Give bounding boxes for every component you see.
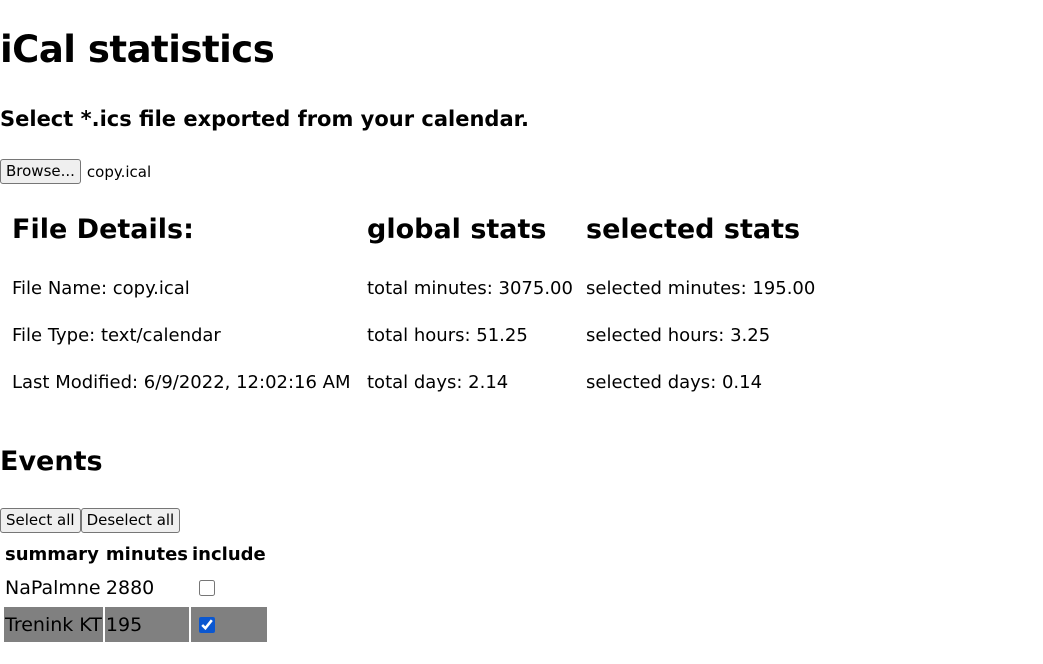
table-header-row: summary minutes include bbox=[4, 540, 267, 568]
table-row: Trenink KT 195 bbox=[4, 607, 267, 642]
selected-hours-line: selected hours: 3.25 bbox=[586, 325, 771, 346]
event-summary: NaPalmne bbox=[5, 576, 101, 599]
total-minutes-line: total minutes: 3075.00 bbox=[367, 278, 573, 299]
event-include-cell bbox=[191, 570, 267, 605]
event-summary: Trenink KT bbox=[4, 607, 103, 642]
include-checkbox[interactable] bbox=[199, 580, 215, 596]
deselect-all-button[interactable]: Deselect all bbox=[80, 508, 181, 533]
selected-stats-column: selected stats selected minutes: 195.00 … bbox=[586, 210, 815, 393]
last-modified-line: Last Modified: 6/9/2022, 12:02:16 AM bbox=[12, 372, 351, 393]
selected-stats-heading: selected stats bbox=[586, 214, 801, 245]
file-details-heading: File Details: bbox=[12, 214, 194, 245]
total-hours-line: total hours: 51.25 bbox=[367, 325, 528, 346]
table-row: NaPalmne 2880 bbox=[4, 570, 267, 605]
page: iCal statistics Select *.ics file export… bbox=[0, 0, 1043, 664]
page-subtitle: Select *.ics file exported from your cal… bbox=[0, 107, 529, 131]
select-all-button[interactable]: Select all bbox=[0, 508, 81, 533]
file-name-line: File Name: copy.ical bbox=[12, 278, 190, 299]
selected-days-line: selected days: 0.14 bbox=[586, 372, 763, 393]
browse-button[interactable]: Browse... bbox=[0, 159, 81, 184]
global-stats-heading: global stats bbox=[367, 214, 547, 245]
selected-file-name: copy.ical bbox=[86, 162, 152, 181]
page-title: iCal statistics bbox=[0, 28, 275, 71]
events-table: summary minutes include NaPalmne 2880 Tr… bbox=[2, 538, 269, 644]
file-details-column: File Details: File Name: copy.ical File … bbox=[12, 210, 351, 393]
events-heading: Events bbox=[0, 446, 103, 477]
file-input-row: Browse... copy.ical bbox=[0, 159, 151, 184]
selected-minutes-line: selected minutes: 195.00 bbox=[586, 278, 816, 299]
event-selection-buttons: Select all Deselect all bbox=[0, 508, 181, 533]
include-checkbox[interactable] bbox=[199, 617, 215, 633]
event-minutes: 195 bbox=[104, 607, 189, 642]
column-header-include: include bbox=[192, 543, 266, 565]
column-header-summary: summary bbox=[5, 543, 99, 565]
event-minutes: 2880 bbox=[105, 576, 155, 599]
file-type-line: File Type: text/calendar bbox=[12, 325, 221, 346]
global-stats-column: global stats total minutes: 3075.00 tota… bbox=[367, 210, 573, 393]
column-header-minutes: minutes bbox=[105, 543, 188, 565]
event-include-cell bbox=[191, 607, 267, 642]
total-days-line: total days: 2.14 bbox=[367, 372, 509, 393]
